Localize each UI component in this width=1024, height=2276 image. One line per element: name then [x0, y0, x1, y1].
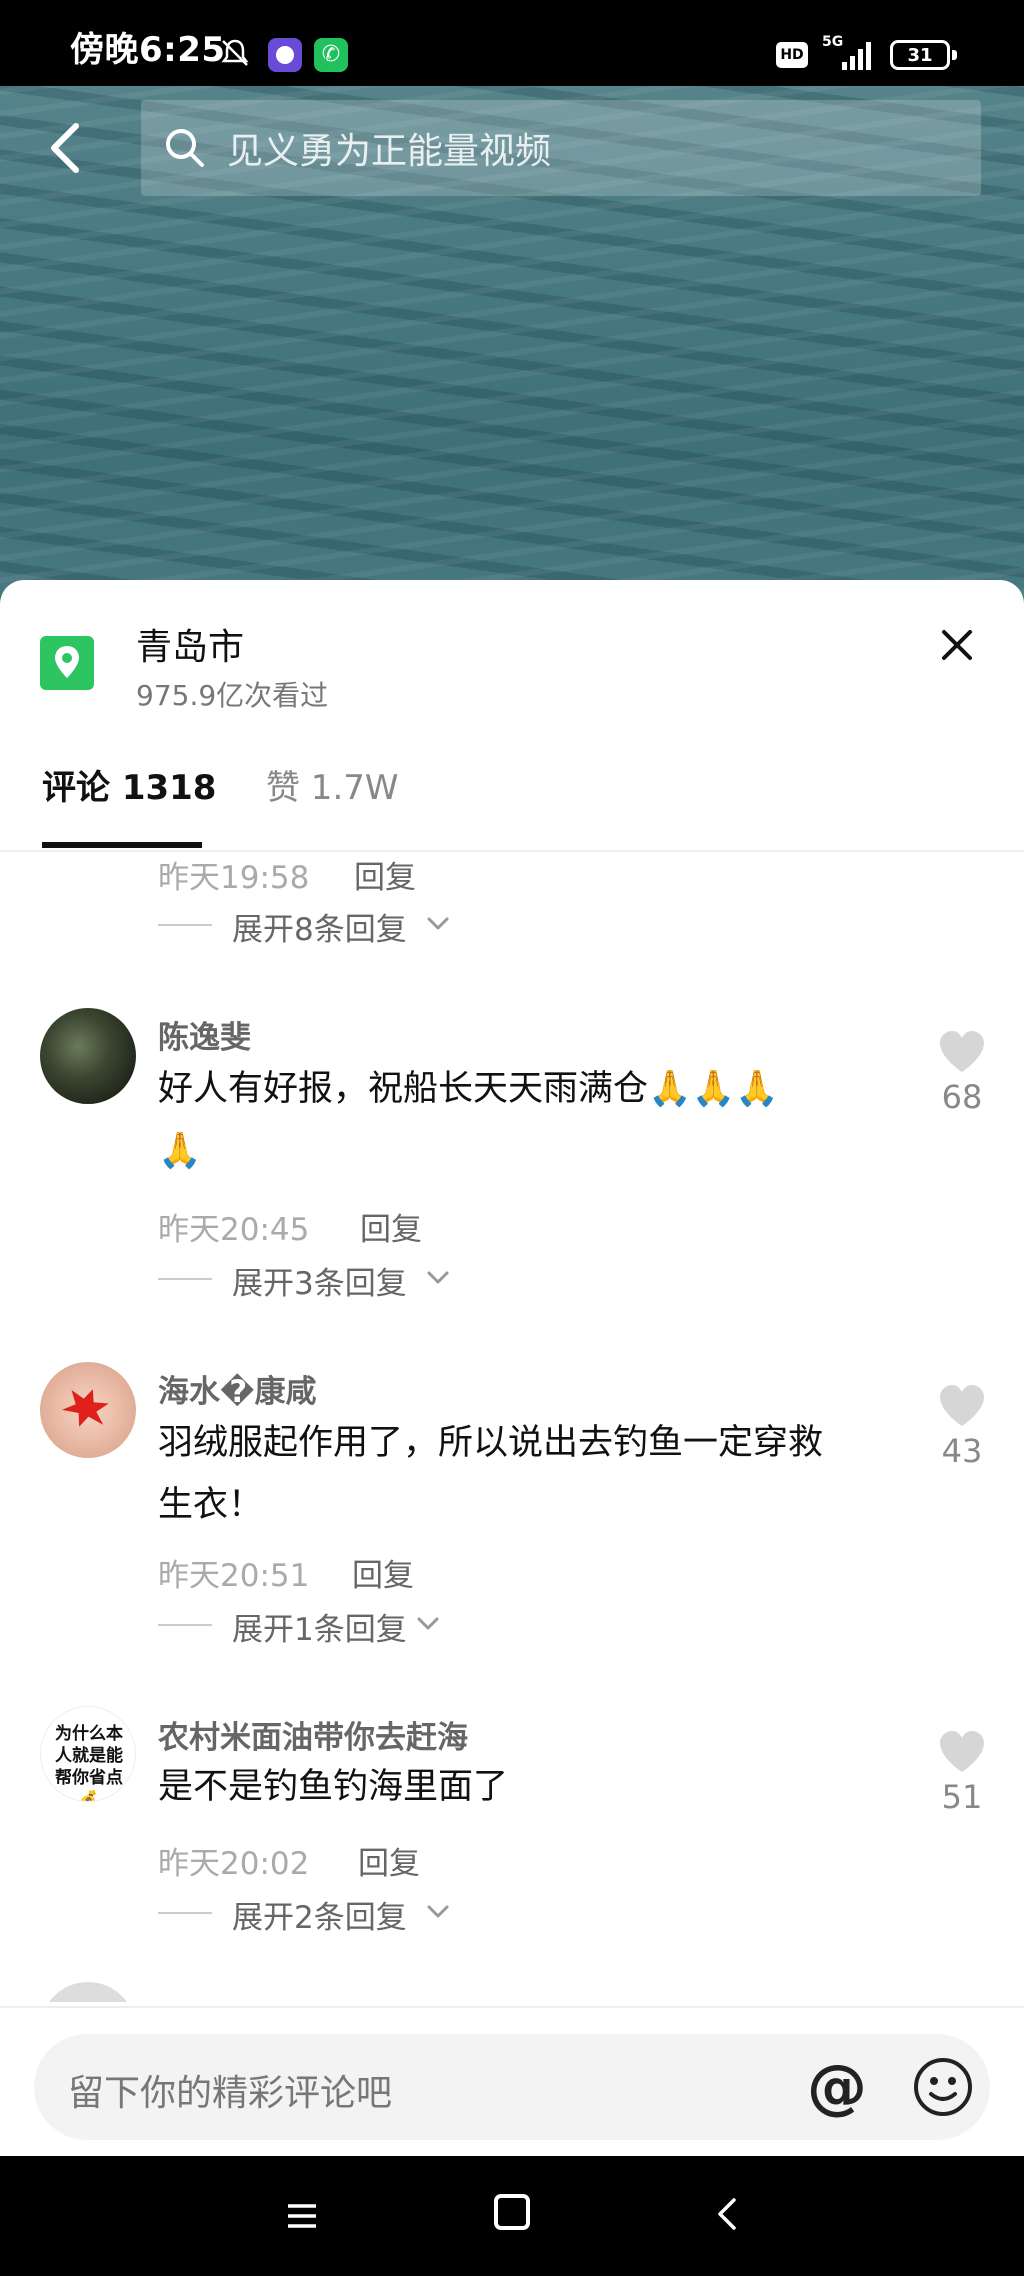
emoji-icon[interactable]: [910, 2054, 976, 2120]
emoji: 🙏🙏🙏: [648, 1069, 779, 1109]
expand-text: 展开3条回复: [232, 1266, 407, 1302]
comment-sheet: 青岛市 975.9亿次看过 评论 1318 赞 1.7W 昨天19:58 回复 …: [0, 580, 1024, 2158]
avatar[interactable]: [40, 1982, 136, 2002]
battery-icon: 31: [890, 40, 950, 70]
tab-comments[interactable]: 评论 1318: [42, 760, 216, 809]
comment-text-line: 生衣！: [158, 1485, 264, 1525]
phone-app-icon: ✆: [314, 38, 348, 72]
close-icon[interactable]: [934, 622, 980, 668]
expand-line: [158, 1624, 212, 1626]
expand-text: 展开1条回复: [232, 1612, 407, 1648]
like-count: 68: [941, 1078, 983, 1116]
expand-text: 展开8条回复: [232, 912, 407, 948]
location-views: 975.9亿次看过: [136, 679, 329, 712]
comment-input-placeholder: 留下你的精彩评论吧: [68, 2073, 393, 2114]
search-query: 见义勇为正能量视频: [227, 131, 552, 172]
comment-text: 羽绒服起作用了，所以说出去钓鱼一定穿救 生衣！: [158, 1412, 898, 1536]
expand-replies[interactable]: 展开1条回复: [158, 1604, 478, 1648]
screen: 傍晚6:25 ✆ HD 5G 31 见义勇为正能量视频 青岛市 975.9亿次看…: [0, 0, 1024, 2276]
comment-input[interactable]: 留下你的精彩评论吧 @: [34, 2034, 990, 2140]
comment-input-area: 留下你的精彩评论吧 @: [0, 2006, 1024, 2156]
expand-replies[interactable]: 展开8条回复: [158, 904, 478, 948]
like-count: 43: [941, 1432, 983, 1470]
heart-icon[interactable]: [938, 1730, 986, 1774]
expand-text: 展开2条回复: [232, 1900, 407, 1936]
expand-line: [158, 924, 212, 926]
like-count: 51: [941, 1778, 983, 1816]
avatar[interactable]: [40, 1008, 136, 1104]
home-icon[interactable]: [494, 2194, 530, 2230]
expand-replies[interactable]: 展开3条回复: [158, 1258, 478, 1302]
reply-button[interactable]: 回复: [358, 1838, 420, 1883]
reply-button[interactable]: 回复: [352, 1550, 414, 1595]
expand-line: [158, 1912, 212, 1914]
comment-username[interactable]: 海水�康咸: [158, 1366, 317, 1411]
comment-username[interactable]: 陈逸斐: [158, 1012, 251, 1057]
mention-button[interactable]: @: [804, 2054, 870, 2120]
heart-icon[interactable]: [938, 1384, 986, 1428]
comment-time: 昨天20:02: [158, 1846, 310, 1882]
battery-tip: [952, 50, 957, 60]
chevron-down-icon: [417, 1617, 439, 1630]
comment-list: 昨天19:58 回复 展开8条回复 陈逸斐 好人有好报，祝船长天天雨满仓🙏🙏🙏 …: [0, 852, 1024, 2002]
comment-username[interactable]: 农村米面油带你去赶海: [158, 1712, 468, 1757]
battery-level: 31: [907, 44, 933, 66]
heart-icon[interactable]: [938, 1030, 986, 1074]
hd-badge: HD: [776, 42, 808, 68]
reply-button[interactable]: 回复: [360, 1204, 422, 1249]
chevron-down-icon: [427, 1271, 449, 1284]
search-bar[interactable]: 见义勇为正能量视频: [141, 100, 981, 196]
chevron-down-icon: [427, 1905, 449, 1918]
comment-text: 是不是钓鱼钓海里面了: [158, 1756, 898, 1818]
tab-likes[interactable]: 赞 1.7W: [266, 760, 399, 809]
app-notification-icon: [268, 38, 302, 72]
avatar[interactable]: [40, 1362, 136, 1458]
location-title[interactable]: 青岛市: [136, 618, 244, 670]
mute-icon: [221, 39, 249, 66]
comment-text-line: 是不是钓鱼钓海里面了: [158, 1767, 509, 1807]
system-nav-bar: [0, 2156, 1024, 2276]
back-icon[interactable]: [40, 118, 90, 178]
comment-text-line: 羽绒服起作用了，所以说出去钓鱼一定穿救: [158, 1423, 824, 1463]
reply-button[interactable]: 回复: [354, 852, 416, 897]
avatar-text: 为什么本人就是能帮你省点💰: [55, 1724, 123, 1802]
chevron-down-icon: [427, 917, 449, 930]
tab-indicator: [42, 842, 202, 848]
tabs: 评论 1318 赞 1.7W: [0, 740, 1024, 830]
video-background[interactable]: [0, 0, 1024, 640]
status-bar: 傍晚6:25 ✆ HD 5G 31: [0, 0, 1024, 86]
comment-time: 昨天20:45: [158, 1212, 310, 1248]
expand-replies[interactable]: 展开2条回复: [158, 1892, 478, 1936]
location-pin-icon: [40, 636, 94, 690]
signal-icon: [842, 42, 871, 70]
nav-back-icon[interactable]: [708, 2194, 748, 2234]
avatar[interactable]: 为什么本人就是能帮你省点💰: [40, 1706, 136, 1802]
menu-icon[interactable]: [282, 2196, 322, 2236]
comment-text-line: 好人有好报，祝船长天天雨满仓: [158, 1069, 649, 1109]
emoji: 🙏: [158, 1131, 202, 1171]
expand-line: [158, 1278, 212, 1280]
comment-time: 昨天20:51: [158, 1558, 310, 1594]
status-time: 傍晚6:25: [70, 30, 226, 70]
comment-text: 好人有好报，祝船长天天雨满仓🙏🙏🙏 🙏: [158, 1058, 898, 1182]
search-icon: [166, 129, 204, 167]
comment-time: 昨天19:58: [158, 860, 310, 896]
